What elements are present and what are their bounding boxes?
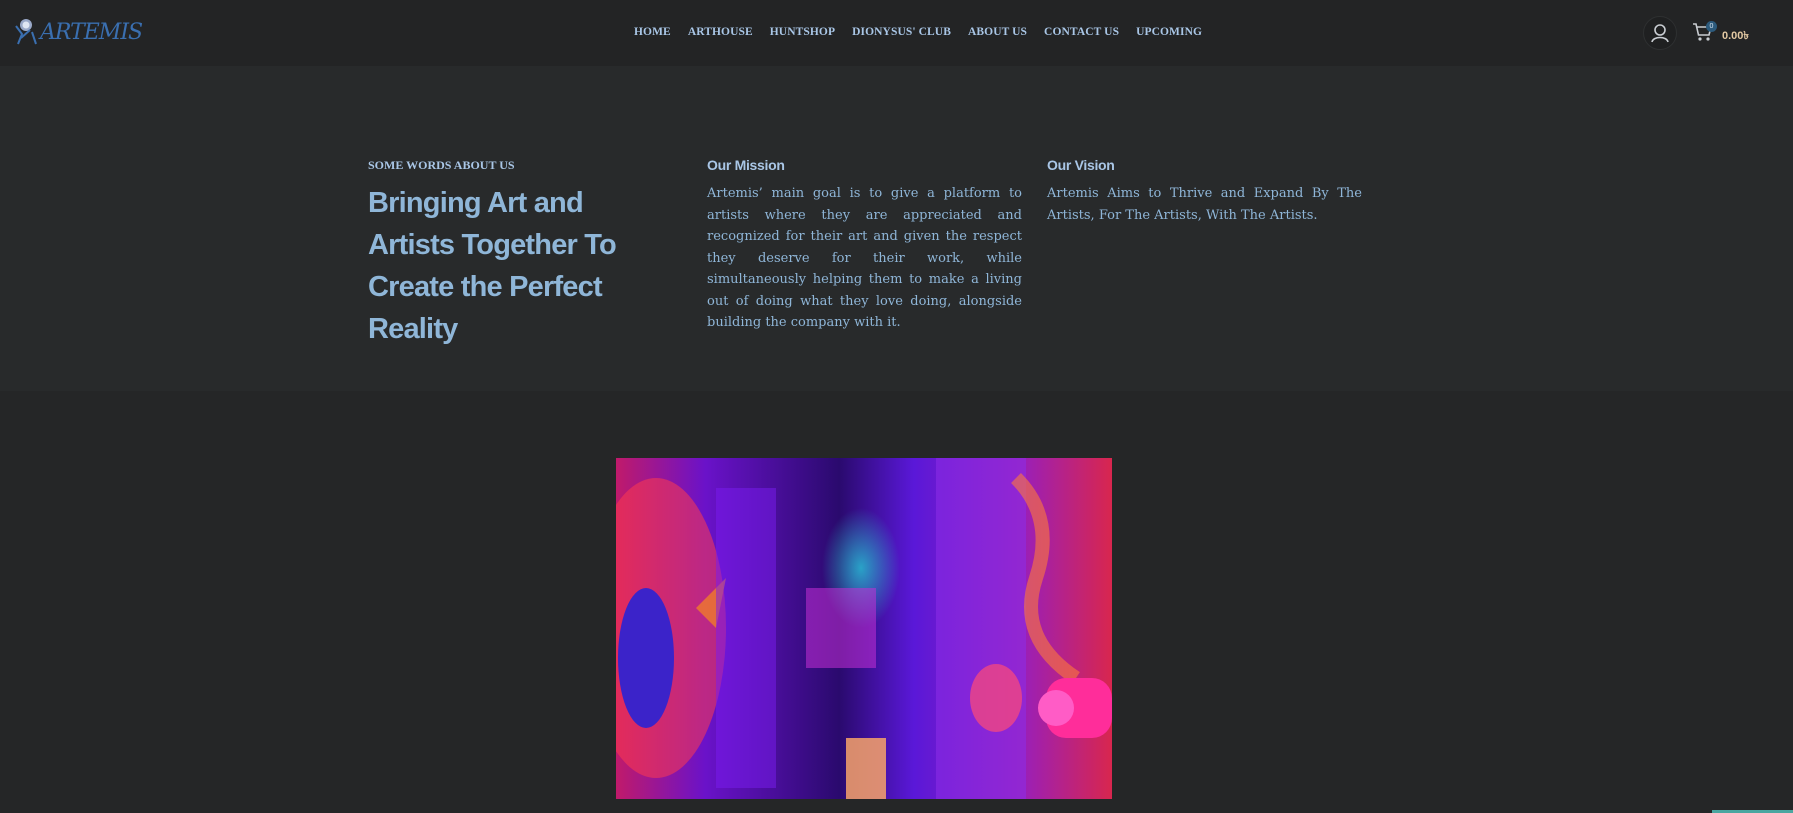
logo[interactable]: ARTEMIS — [12, 14, 143, 50]
account-button[interactable] — [1643, 16, 1677, 50]
nav-item-about-us[interactable]: ABOUT US — [968, 26, 1027, 38]
neon-alley-image — [616, 458, 1112, 799]
mission-title: Our Mission — [707, 157, 785, 173]
user-icon — [1651, 24, 1669, 43]
about-kicker: SOME WORDS ABOUT US — [368, 158, 515, 172]
nav-item-huntshop[interactable]: HUNTSHOP — [770, 26, 835, 38]
cart-total[interactable]: 0.00৳ — [1722, 27, 1749, 46]
nav-item-home[interactable]: HOME — [634, 26, 671, 38]
mission-text: Artemis’ main goal is to give a platform… — [707, 186, 1022, 330]
logo-text: ARTEMIS — [40, 20, 143, 45]
gallery-photo — [616, 458, 1112, 799]
about-heading: Bringing Art and Artists Together To Cre… — [368, 187, 617, 345]
main-nav: HOME ARTHOUSE HUNTSHOP DIONYSUS' CLUB AB… — [634, 26, 1219, 38]
nav-item-contact-us[interactable]: CONTACT US — [1044, 26, 1119, 38]
nav-item-dionysus-club[interactable]: DIONYSUS' CLUB — [852, 26, 951, 38]
site-header: ARTEMIS HOME ARTHOUSE HUNTSHOP DIONYSUS'… — [0, 0, 1793, 66]
cart-count-badge: 0 — [1706, 21, 1717, 32]
nav-item-upcoming[interactable]: UPCOMING — [1136, 26, 1202, 38]
vision-text: Artemis Aims to Thrive and Expand By The… — [1047, 186, 1362, 223]
vision-title: Our Vision — [1047, 157, 1115, 173]
nav-item-arthouse[interactable]: ARTHOUSE — [688, 26, 753, 38]
